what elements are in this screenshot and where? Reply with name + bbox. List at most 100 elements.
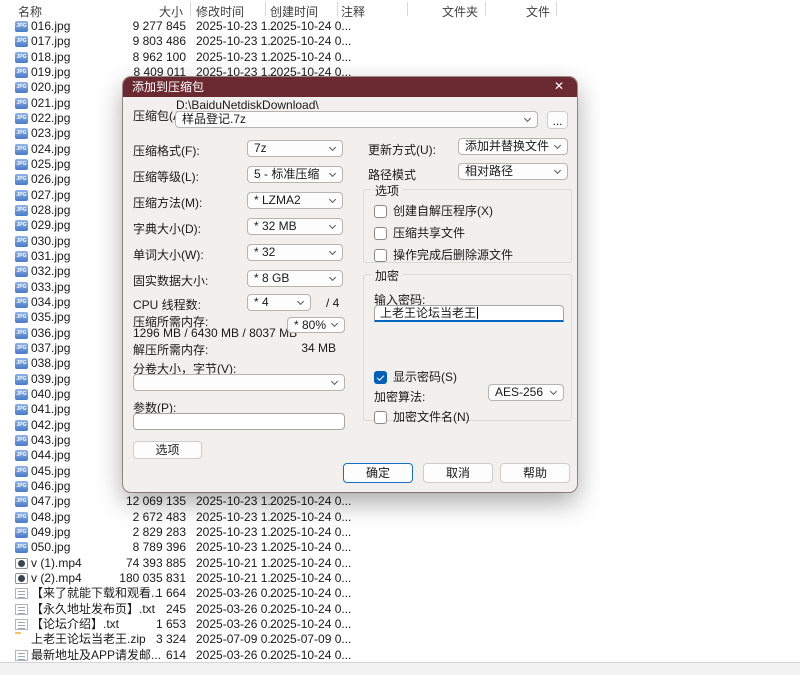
table-row[interactable]: 【来了就能下载和观看...1 6642025-03-26 0...2025-10… — [0, 586, 800, 601]
doc-line — [18, 613, 25, 614]
table-row[interactable]: v (2).mp4180 035 8312025-10-21 1...2025-… — [0, 571, 800, 586]
table-row[interactable]: 【论坛介绍】.txt1 6532025-03-26 0...2025-10-24… — [0, 617, 800, 632]
txt-file-icon — [15, 619, 28, 630]
jpg-file-icon: JPG — [15, 328, 28, 339]
chevron-down-icon — [331, 377, 338, 384]
ok-button[interactable]: 确定 — [343, 463, 413, 483]
table-row[interactable]: JPG049.jpg2 829 2832025-10-23 1...2025-1… — [0, 525, 800, 540]
file-created: 2025-10-24 0... — [270, 540, 351, 555]
field-combo[interactable]: * 8 GB — [247, 270, 343, 287]
field-label: 压缩等级(L): — [133, 168, 199, 185]
jpg-file-icon: JPG — [15, 251, 28, 262]
table-row[interactable]: 最新地址及APP请发邮...6142025-03-26 0...2025-10-… — [0, 648, 800, 663]
field-combo[interactable]: 5 - 标准压缩 — [247, 166, 343, 183]
file-size: 74 393 885 — [70, 556, 186, 571]
encrypt-filenames-checkbox[interactable]: 加密文件名(N) — [374, 408, 470, 425]
file-name: 019.jpg — [31, 65, 70, 80]
encryption-group: 加密 输入密码: 上老王论坛当老王 显示密码(S) 加密算法: AES-256 … — [363, 274, 572, 421]
table-row[interactable]: JPG048.jpg2 672 4832025-10-23 1...2025-1… — [0, 510, 800, 525]
jpg-file-icon: JPG — [15, 205, 28, 216]
archive-name-combo[interactable]: 样品登记.7z — [175, 111, 538, 128]
jpg-file-icon: JPG — [15, 82, 28, 93]
doc-line — [18, 622, 25, 623]
jpg-file-icon: JPG — [15, 542, 28, 553]
password-input[interactable]: 上老王论坛当老王 — [374, 305, 564, 322]
file-name: 049.jpg — [31, 525, 70, 540]
cpu-threads-combo[interactable]: * 4 — [247, 294, 311, 311]
table-row[interactable]: JPG018.jpg8 962 1002025-10-23 1...2025-1… — [0, 50, 800, 65]
checkbox-checked-icon — [374, 371, 387, 384]
file-size: 2 829 283 — [70, 525, 186, 540]
encryption-method-combo[interactable]: AES-256 — [488, 384, 564, 401]
jpg-file-icon: JPG — [15, 36, 28, 47]
table-row[interactable]: 【永久地址发布页】.txt2452025-03-26 0...2025-10-2… — [0, 602, 800, 617]
doc-line — [18, 659, 25, 660]
show-password-checkbox[interactable]: 显示密码(S) — [374, 368, 457, 385]
file-name: 038.jpg — [31, 356, 70, 371]
file-created: 2025-10-24 0... — [270, 494, 351, 509]
jpg-file-icon: JPG — [15, 236, 28, 247]
memory-percent-combo[interactable]: * 80% — [287, 317, 345, 333]
update-mode-combo[interactable]: 添加并替换文件 — [458, 138, 568, 155]
add-to-archive-dialog: 添加到压缩包 ✕ 压缩包(A) D:\BaiduNetdiskDownload\… — [123, 77, 577, 492]
field-combo[interactable]: * 32 MB — [247, 218, 343, 235]
file-name: 020.jpg — [31, 80, 70, 95]
option-checkbox[interactable]: 创建自解压程序(X) — [374, 202, 493, 219]
file-name: 034.jpg — [31, 295, 70, 310]
field-combo[interactable]: * LZMA2 — [247, 192, 343, 209]
file-size: 1 653 — [70, 617, 186, 632]
option-label: 操作完成后删除源文件 — [393, 248, 513, 262]
jpg-file-icon: JPG — [15, 496, 28, 507]
txt-file-icon — [15, 650, 28, 661]
chevron-down-icon — [297, 297, 304, 304]
jpg-file-icon: JPG — [15, 220, 28, 231]
volume-size-combo[interactable] — [133, 374, 345, 391]
table-row[interactable]: JPG047.jpg12 069 1352025-10-23 1...2025-… — [0, 494, 800, 509]
file-name: 044.jpg — [31, 448, 70, 463]
option-checkbox[interactable]: 操作完成后删除源文件 — [374, 246, 513, 263]
browse-button[interactable]: ... — [547, 111, 568, 129]
file-name: 035.jpg — [31, 310, 70, 325]
dialog-titlebar[interactable]: 添加到压缩包 ✕ — [123, 77, 577, 97]
field-combo[interactable]: 7z — [247, 140, 343, 157]
table-row[interactable]: v (1).mp474 393 8852025-10-21 1...2025-1… — [0, 556, 800, 571]
file-name: 040.jpg — [31, 387, 70, 402]
jpg-file-icon: JPG — [15, 358, 28, 369]
table-row[interactable]: 上老王论坛当老王.zip3 3242025-07-09 0...2025-07-… — [0, 632, 800, 647]
file-name: 045.jpg — [31, 464, 70, 479]
option-checkbox[interactable]: 压缩共享文件 — [374, 224, 465, 241]
file-modified: 2025-03-26 0... — [196, 586, 277, 601]
options-button[interactable]: 选项 — [133, 441, 202, 459]
update-mode-value: 添加并替换文件 — [465, 139, 549, 153]
path-mode-combo[interactable]: 相对路径 — [458, 163, 568, 180]
table-row[interactable]: JPG017.jpg9 803 4862025-10-23 1...2025-1… — [0, 34, 800, 49]
field-combo[interactable]: * 32 — [247, 244, 343, 261]
file-name: 031.jpg — [31, 249, 70, 264]
file-name: 036.jpg — [31, 326, 70, 341]
mp4-file-icon — [15, 558, 28, 569]
text-caret — [477, 307, 478, 319]
jpg-file-icon: JPG — [15, 527, 28, 538]
file-created: 2025-10-24 0... — [270, 602, 351, 617]
chevron-down-icon — [329, 143, 336, 150]
file-size: 180 035 831 — [70, 571, 186, 586]
jpg-file-icon: JPG — [15, 52, 28, 63]
parameters-input[interactable] — [133, 413, 345, 430]
file-name: 047.jpg — [31, 494, 70, 509]
file-created: 2025-07-09 0... — [270, 632, 351, 647]
file-name: 039.jpg — [31, 372, 70, 387]
cancel-button[interactable]: 取消 — [423, 463, 493, 483]
doc-line — [18, 594, 25, 595]
file-size: 1 664 — [70, 586, 186, 601]
table-row[interactable]: JPG016.jpg9 277 8452025-10-23 1...2025-1… — [0, 19, 800, 34]
table-row[interactable]: JPG050.jpg8 789 3962025-10-23 1...2025-1… — [0, 540, 800, 555]
file-size: 8 962 100 — [70, 50, 186, 65]
help-button[interactable]: 帮助 — [500, 463, 570, 483]
close-icon[interactable]: ✕ — [544, 77, 574, 97]
jpg-file-icon: JPG — [15, 466, 28, 477]
jpg-file-icon: JPG — [15, 512, 28, 523]
encrypt-filenames-label: 加密文件名(N) — [393, 410, 470, 424]
file-name: 041.jpg — [31, 402, 70, 417]
password-value: 上老王论坛当老王 — [380, 306, 476, 320]
field-value: * 32 — [254, 245, 275, 259]
